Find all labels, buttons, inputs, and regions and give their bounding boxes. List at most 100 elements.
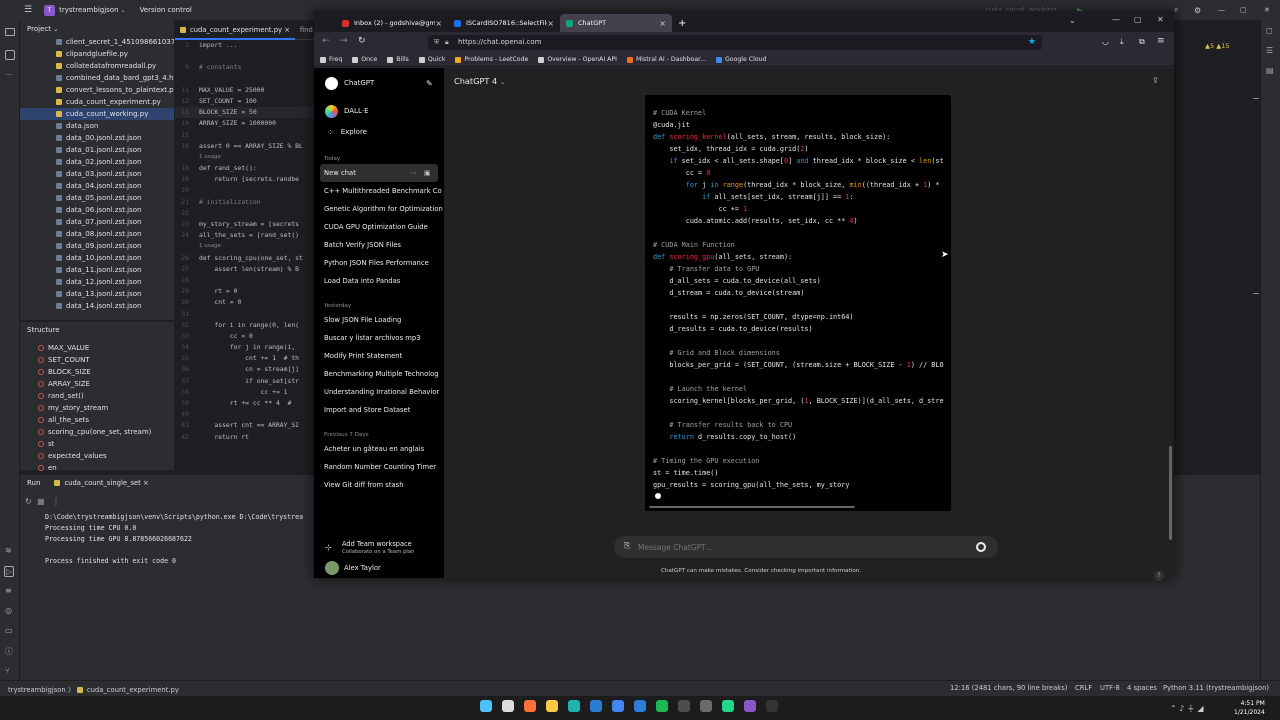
bookmark-item[interactable]: Google Cloud [716,56,766,63]
minimize-window-icon[interactable]: — [1218,6,1225,14]
chat-history-item[interactable]: View Git diff from stash [314,476,444,494]
structure-item[interactable]: BLOCK_SIZE [38,366,174,378]
line-ending[interactable]: CRLF [1075,684,1092,692]
notifications-icon[interactable]: ◻ [1266,26,1273,35]
file-item[interactable]: data_05.jsonl.zst.json [56,192,174,204]
run-tab[interactable]: cuda_count_single_set × [54,479,149,487]
mail-icon[interactable] [590,700,602,712]
chat-scrollbar[interactable] [1169,446,1172,540]
sciview-icon[interactable]: ▤ [1266,66,1274,75]
file-item[interactable]: collatedatafromreadall.py [56,60,174,72]
file-item[interactable]: data_07.jsonl.zst.json [56,216,174,228]
new-chat-header[interactable]: ChatGPT ✎ [314,70,444,96]
chat-history-item[interactable]: Acheter un gâteau en anglais [314,440,444,458]
chat-history-item[interactable]: Benchmarking Multiple Technolog [314,365,444,383]
structure-item[interactable]: st [38,438,174,450]
main-menu-icon[interactable]: ☰ [24,5,32,15]
vs-icon[interactable] [744,700,756,712]
add-team-workspace[interactable]: ⊹ Add Team workspace Collaborate on a Te… [325,540,415,555]
stop-icon[interactable]: ■ [37,497,45,506]
chat-history-item[interactable]: Python JSON Files Performance [314,254,444,272]
chat-history-item[interactable]: Slow JSON File Loading [314,311,444,329]
structure-item[interactable]: en [38,462,174,474]
alert-icon[interactable]: ⓘ [5,646,13,657]
maximize-window-icon[interactable]: ▢ [1240,6,1247,14]
terminal-icon[interactable]: ▭ [5,626,13,635]
problems-icon[interactable]: ◎ [5,606,12,615]
file-item[interactable]: data_02.jsonl.zst.json [56,156,174,168]
file-item[interactable]: data_00.jsonl.zst.json [56,132,174,144]
forward-icon[interactable]: → [340,36,348,46]
indent-setting[interactable]: 4 spaces [1127,684,1157,692]
pocket-icon[interactable]: ◡ [1102,37,1109,46]
structure-item[interactable]: SET_COUNT [38,354,174,366]
extensions-icon[interactable]: ⧉ [1139,37,1145,47]
close-window-icon[interactable]: ✕ [1157,15,1164,24]
term2-icon[interactable] [766,700,778,712]
chat-history-item[interactable]: Buscar y listar archivos mp3 [314,329,444,347]
file-item[interactable]: data_12.jsonl.zst.json [56,276,174,288]
stop-generating-button[interactable] [976,542,986,552]
bookmark-item[interactable]: Overview - OpenAI API [538,56,617,63]
rerun-icon[interactable]: ↻ [25,497,32,506]
files-icon[interactable] [546,700,558,712]
chat-history-item[interactable]: Batch Verify JSON Files [314,236,444,254]
calc-icon[interactable] [700,700,712,712]
project-name[interactable]: trystreambigjson [59,6,118,14]
git-icon[interactable]: ⑂ [5,666,10,675]
file-item[interactable]: convert_lessons_to_plaintext.py [56,84,174,96]
structure-item[interactable]: all_the_sets [38,414,174,426]
inspection-widget[interactable]: ▲5 ▲15 [1205,42,1229,50]
model-selector[interactable]: ChatGPT 4 ⌄ [454,76,506,86]
new-tab-button[interactable]: + [672,18,692,32]
maximize-window-icon[interactable]: ▢ [1134,15,1142,24]
file-item[interactable]: cuda_count_working.py [20,108,174,120]
vcs-widget[interactable]: Version control [140,6,192,14]
close-window-icon[interactable]: ✕ [1264,6,1270,14]
reload-icon[interactable]: ↻ [358,36,366,46]
chat-history-item[interactable]: Load Data into Pandas [314,272,444,290]
chat-history-item[interactable]: Random Number Counting Timer [314,458,444,476]
chat-history-item[interactable]: Modify Print Statement [314,347,444,365]
file-item[interactable]: data_14.jsonl.zst.json [56,300,174,312]
database-icon[interactable]: ☰ [1266,46,1273,55]
browser-tab[interactable]: ChatGPT × [560,14,672,32]
chat-history-item[interactable]: Genetic Algorithm for Optimization [314,200,444,218]
edge-icon[interactable] [568,700,580,712]
system-tray[interactable]: ⌃ ♪ ⏚ ◢ [1170,703,1204,714]
chat-history-item[interactable]: C++ Multithreaded Benchmark Co [314,182,444,200]
structure-item[interactable]: ARRAY_SIZE [38,378,174,390]
bookmark-item[interactable]: Once [352,56,377,63]
search-icon[interactable] [502,700,514,712]
console-output[interactable]: D:\Code\trystreambigjson\venv\Scripts\py… [45,512,303,567]
file-item[interactable]: data_11.jsonl.zst.json [56,264,174,276]
more-icon[interactable]: ⋯ [5,70,13,79]
bookmark-item[interactable]: Mistral AI - Dashboar... [626,56,706,63]
message-input[interactable] [638,540,958,554]
chat-history-item[interactable]: Import and Store Dataset [314,401,444,419]
dalle-item[interactable]: DALL·E [314,100,444,122]
tab-list-icon[interactable] [314,11,336,32]
close-tab-icon[interactable]: × [435,19,442,28]
file-item[interactable]: data_09.jsonl.zst.json [56,240,174,252]
file-encoding[interactable]: UTF-8 [1100,684,1120,692]
structure-item[interactable]: expected_values [38,450,174,462]
close-tab-icon[interactable]: × [547,19,554,28]
bookmark-star-icon[interactable]: ★ [1028,35,1036,50]
bookmark-item[interactable]: Freq [320,56,342,63]
more-options-icon[interactable]: ⋮ [52,497,60,506]
plugins-icon[interactable] [5,50,15,60]
structure-title[interactable]: Structure [20,322,174,338]
edit-icon[interactable]: ✎ [426,79,433,88]
back-icon[interactable]: ← [322,36,330,46]
folder-icon[interactable] [5,28,15,36]
interpreter[interactable]: Python 3.11 (trystreambigjson) [1163,684,1269,692]
more-options-icon[interactable]: ⋯ [410,164,417,182]
browser-tab[interactable]: Inbox (2) - godshiva@gmail.co× [336,14,448,32]
terminal-icon[interactable] [678,700,690,712]
file-item[interactable]: data_06.jsonl.zst.json [56,204,174,216]
chat-history-item[interactable]: CUDA GPU Optimization Guide [314,218,444,236]
file-item[interactable]: data_01.jsonl.zst.json [56,144,174,156]
settings-icon[interactable]: ⚙ [1194,6,1201,15]
browser-tab[interactable]: ISCardISO7816::SelectFile meth× [448,14,560,32]
